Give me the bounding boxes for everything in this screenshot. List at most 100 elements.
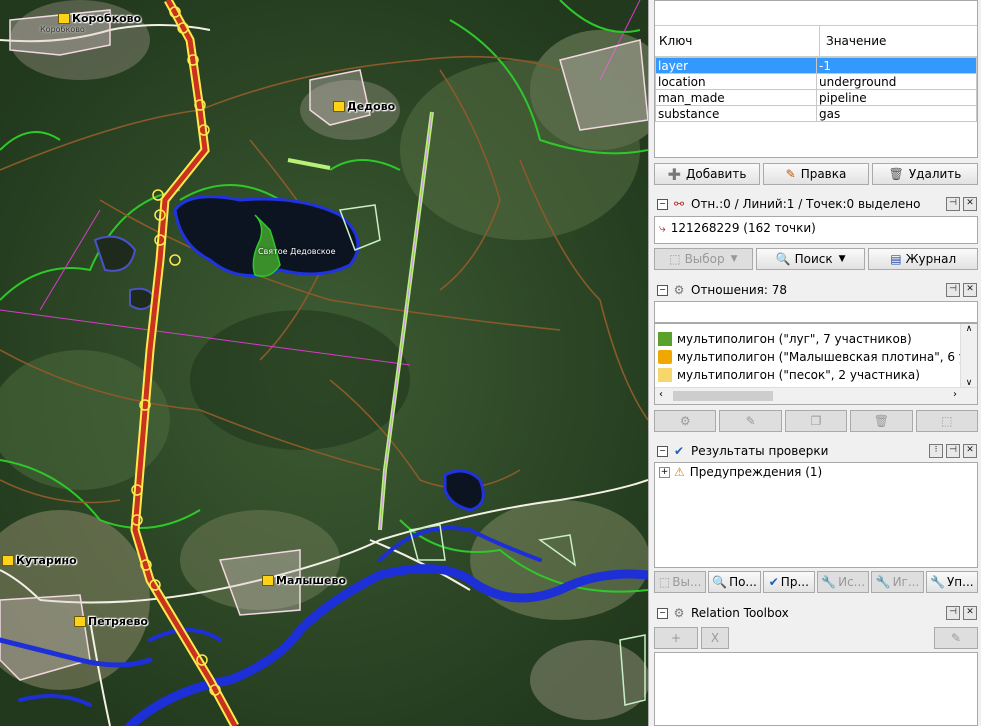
table-row[interactable]: layer -1 [655,57,977,74]
validation-title: Результаты проверки [691,444,829,458]
tag-value[interactable]: underground [816,73,977,90]
delete-relation-button[interactable]: 🗑 [850,410,913,432]
collapse-toggle-icon[interactable]: − [657,198,668,210]
edit-tag-label: Правка [800,167,847,181]
wrench-icon: 🔧 [930,575,945,589]
lake-label: Святое Дедовское [258,247,336,256]
edit-relation-button[interactable]: ✎ [719,410,782,432]
map-view[interactable]: Коробково Коробково Дедово Кутарино Малы… [0,0,648,726]
collapse-toggle-icon[interactable]: − [657,284,668,296]
edit-tag-button[interactable]: ✎ Правка [763,163,869,185]
tags-filter-bar[interactable] [655,1,977,26]
select-icon: ⬚ [669,252,681,266]
toolbox-remove-label: X [710,631,720,645]
place-kutarino[interactable]: Кутарино [2,554,77,567]
relations-filter-input[interactable] [654,301,978,323]
tag-key[interactable]: substance [655,105,817,122]
collapse-toggle-icon[interactable]: − [657,445,668,457]
relation-toolbox-content [654,652,978,726]
select-button[interactable]: ⬚ Выбор ▼ [654,248,753,270]
small-place-label: Коробково [40,25,85,34]
selection-titlebar[interactable]: − ⚯ Отн.:0 / Линий:1 / Точек:0 выделено … [653,194,979,214]
tags-table: layer -1 location underground man_made p… [655,57,977,122]
place-malyshevo[interactable]: Малышево [262,574,346,587]
close-icon[interactable]: ✕ [963,283,977,297]
tag-key[interactable]: man_made [655,89,817,106]
chevron-up-icon[interactable]: ∧ [961,324,977,334]
search-button[interactable]: 🔍 Поиск ▼ [755,248,866,270]
expand-icon[interactable]: + [659,466,670,478]
chevron-down-icon: ▼ [730,254,738,264]
toolbox-edit-button[interactable]: ✎ [934,627,978,649]
tag-value[interactable]: -1 [816,57,977,74]
table-row[interactable]: substance gas [655,105,977,122]
warnings-label: Предупреждения (1) [689,465,823,479]
toolbox-remove-button[interactable]: X [701,627,729,649]
settings-icon[interactable]: ⁝ [929,444,943,458]
duplicate-relation-button[interactable]: ❐ [784,410,848,432]
history-button[interactable]: ▤ Журнал [868,248,979,270]
collapse-toggle-icon[interactable]: − [657,607,668,619]
validation-titlebar[interactable]: − ✔ Результаты проверки ⁝ ⊣ ✕ [653,441,979,461]
validation-manage-button[interactable]: 🔧 Уп... [925,571,978,593]
scroll-thumb[interactable] [673,391,773,401]
way-icon: ⤷ [659,220,666,235]
pin-icon[interactable]: ⊣ [946,197,960,211]
delete-tag-button[interactable]: 🗑 Удалить [872,163,978,185]
close-icon[interactable]: ✕ [963,197,977,211]
col-key-header[interactable]: Ключ [655,26,820,56]
trash-icon: 🗑 [873,414,890,428]
edit-icon: ✎ [745,414,756,428]
validation-select-button[interactable]: ⬚ Вы... [654,571,707,593]
chevron-left-icon[interactable]: ‹ [659,389,663,400]
select-members-button[interactable]: ⬚ [915,410,979,432]
table-row[interactable]: man_made pipeline [655,89,977,106]
table-row[interactable]: location underground [655,73,977,90]
close-icon[interactable]: ✕ [963,606,977,620]
pin-icon[interactable]: ⊣ [946,283,960,297]
relations-titlebar[interactable]: − ⚙ Отношения: 78 ⊣ ✕ [653,280,979,300]
trash-icon: 🗑 [888,167,904,181]
tree-item-warnings[interactable]: + ⚠ Предупреждения (1) [655,463,977,481]
validation-buttons: ⬚ Вы... 🔍 По... ✔ Пр... 🔧 Ис... 🔧 Иг... … [654,571,978,593]
pin-icon[interactable]: ⊣ [946,444,960,458]
place-marker-icon [74,616,86,627]
close-icon[interactable]: ✕ [963,444,977,458]
relations-icon: ⚙ [673,283,685,297]
relation-toolbox-titlebar[interactable]: − ⚙ Relation Toolbox ⊣ ✕ [653,603,979,623]
tag-value[interactable]: gas [816,105,977,122]
toolbox-add-button[interactable]: + [654,627,698,649]
validation-ignore-button[interactable]: 🔧 Иг... [871,571,924,593]
selection-buttons: ⬚ Выбор ▼ 🔍 Поиск ▼ ▤ Журнал [654,248,979,270]
list-item[interactable]: ⤷ 121268229 (162 точки) [655,217,977,239]
pin-icon[interactable]: ⊣ [946,606,960,620]
add-tag-button[interactable]: ✚ Добавить [654,163,760,185]
tags-header: Ключ Значение [655,26,977,57]
place-petryaevo[interactable]: Петряево [74,615,148,628]
validation-check-button[interactable]: ✔ Пр... [762,571,815,593]
chevron-down-icon: ▼ [838,254,846,264]
list-item[interactable]: мультиполигон ("Малышевская плотина", 6 … [655,348,977,366]
validation-search-button[interactable]: 🔍 По... [708,571,761,593]
relation-toolbox-title: Relation Toolbox [691,606,789,620]
tag-key[interactable]: layer [655,57,817,74]
plus-icon: ✚ [667,164,681,184]
tag-key[interactable]: location [655,73,817,90]
selection-title: Отн.:0 / Линий:1 / Точек:0 выделено [691,197,921,211]
col-value-header[interactable]: Значение [820,34,886,48]
vertical-scrollbar[interactable]: ∧ ∨ [960,324,977,388]
tag-value[interactable]: pipeline [816,89,977,106]
place-label: Кутарино [16,554,77,567]
new-relation-button[interactable]: ⚙ [654,410,717,432]
validation-fix-button[interactable]: 🔧 Ис... [816,571,870,593]
side-panel: Ключ Значение layer -1 location undergro… [648,0,981,726]
place-dedovo[interactable]: Дедово [333,100,395,113]
relation-toolbox-toolbar: + X ✎ [654,625,978,651]
chevron-right-icon[interactable]: › [953,389,957,400]
list-item[interactable]: мультиполигон ("луг", 7 участников) [655,330,977,348]
list-item[interactable]: мультиполигон ("песок", 2 участника) [655,366,977,384]
tags-panel: Ключ Значение layer -1 location undergro… [654,0,978,158]
place-korobkovo[interactable]: Коробково [58,12,141,25]
selection-list: ⤷ 121268229 (162 точки) [654,216,978,244]
horizontal-scrollbar[interactable]: ‹ › [655,387,977,404]
